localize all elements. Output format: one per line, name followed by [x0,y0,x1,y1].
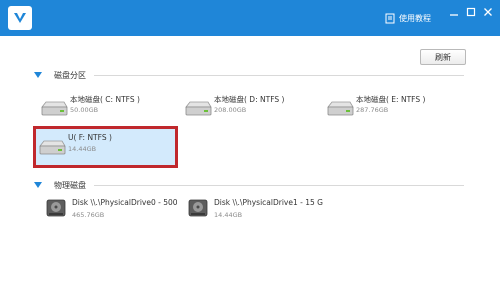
physical-disk-size: 14.44GB [214,211,243,219]
partition-name: 本地磁盘( E: NTFS ) [356,95,426,104]
collapse-triangle-icon[interactable] [34,182,42,188]
partition-item-d[interactable]: 本地磁盘( D: NTFS ) 208.00GB [184,94,324,124]
partition-size: 50.00GB [70,106,99,114]
partition-name: 本地磁盘( C: NTFS ) [70,95,140,104]
divider [94,74,464,76]
hard-drive-icon [327,101,354,116]
tutorial-button[interactable]: 使用教程 [385,10,431,26]
hard-drive-icon [185,101,212,116]
refresh-button[interactable]: 刷新 [420,49,466,65]
partition-size: 287.76GB [356,106,389,114]
title-bar: 使用教程 [0,0,500,36]
app-logo-icon [8,6,32,30]
book-icon [385,13,395,24]
physical-disk-size: 465.76GB [72,211,105,219]
physical-section-title: 物理磁盘 [54,180,86,190]
hard-drive-icon [39,140,66,155]
partition-item-f[interactable]: U( F: NTFS ) 14.44GB [38,133,178,163]
tutorial-label: 使用教程 [399,13,431,23]
partition-section-title: 磁盘分区 [54,70,86,80]
partition-name: U( F: NTFS ) [68,133,112,142]
partition-size: 208.00GB [214,106,247,114]
divider [94,184,464,186]
partition-name: 本地磁盘( D: NTFS ) [214,95,285,104]
physical-disk-name: Disk \\.\PhysicalDrive1 - 15 G [214,198,323,207]
partition-item-e[interactable]: 本地磁盘( E: NTFS ) 287.76GB [326,94,466,124]
collapse-triangle-icon[interactable] [34,72,42,78]
physical-disk-icon [46,199,66,217]
partition-section-header[interactable]: 磁盘分区 [34,68,464,82]
partition-item-c[interactable]: 本地磁盘( C: NTFS ) 50.00GB [40,94,180,124]
minimize-icon[interactable] [449,7,459,17]
maximize-icon[interactable] [466,7,476,17]
physical-section-header[interactable]: 物理磁盘 [34,178,464,192]
physical-disk-icon [188,199,208,217]
physical-disk-item-1[interactable]: Disk \\.\PhysicalDrive1 - 15 G 14.44GB [188,195,338,225]
partition-size: 14.44GB [68,145,97,153]
close-icon[interactable] [483,7,493,17]
physical-disk-item-0[interactable]: Disk \\.\PhysicalDrive0 - 500 465.76GB [46,195,196,225]
physical-disk-name: Disk \\.\PhysicalDrive0 - 500 [72,198,178,207]
hard-drive-icon [41,101,68,116]
